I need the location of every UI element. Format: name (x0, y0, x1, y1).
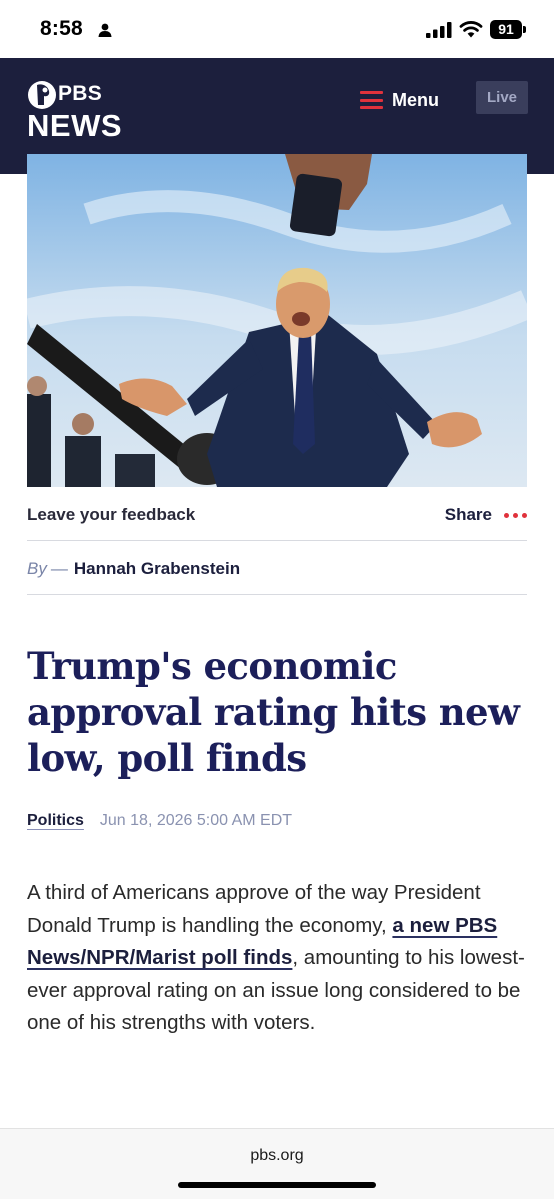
status-bar: 8:58 91 (0, 0, 554, 58)
live-button[interactable]: Live (476, 81, 528, 114)
logo-pbs-text: PBS (58, 82, 103, 105)
share-label: Share (444, 505, 492, 524)
battery-indicator: 91 (490, 20, 522, 39)
menu-button[interactable]: Menu (360, 88, 439, 112)
byline-dash: — (50, 559, 68, 578)
divider (27, 594, 527, 595)
menu-label: Menu (392, 89, 439, 110)
hamburger-icon (360, 91, 383, 109)
byline-prefix: By (27, 559, 47, 578)
category-link[interactable]: Politics (27, 812, 84, 829)
article-meta: Politics Jun 18, 2026 5:00 AM EDT (27, 812, 292, 836)
wifi-icon (459, 21, 483, 38)
article-body-paragraph: A third of Americans approve of the way … (27, 877, 532, 1040)
publish-date: Jun 18, 2026 5:00 AM EDT (99, 812, 293, 829)
url-label[interactable]: pbs.org (0, 1147, 554, 1165)
person-icon (98, 23, 112, 37)
battery-tip (523, 26, 526, 33)
article-headline: Trump's economic approval rating hits ne… (27, 644, 520, 780)
article-tools-row: Leave your feedback Share (27, 499, 527, 531)
status-time: 8:58 (40, 17, 83, 40)
more-dots-icon[interactable] (504, 513, 527, 518)
share-button[interactable]: Share (445, 505, 527, 525)
leave-feedback-link[interactable]: Leave your feedback (27, 505, 195, 525)
divider (27, 540, 527, 541)
byline: By — Hannah Grabenstein (27, 559, 240, 579)
cellular-signal-icon (426, 22, 452, 38)
logo-news-text: NEWS (27, 108, 122, 143)
author-link[interactable]: Hannah Grabenstein (74, 559, 240, 578)
browser-address-bar[interactable]: pbs.org (0, 1128, 554, 1199)
home-indicator[interactable] (178, 1182, 376, 1188)
hero-image (27, 154, 527, 487)
pbs-head-logo-icon (28, 81, 56, 109)
